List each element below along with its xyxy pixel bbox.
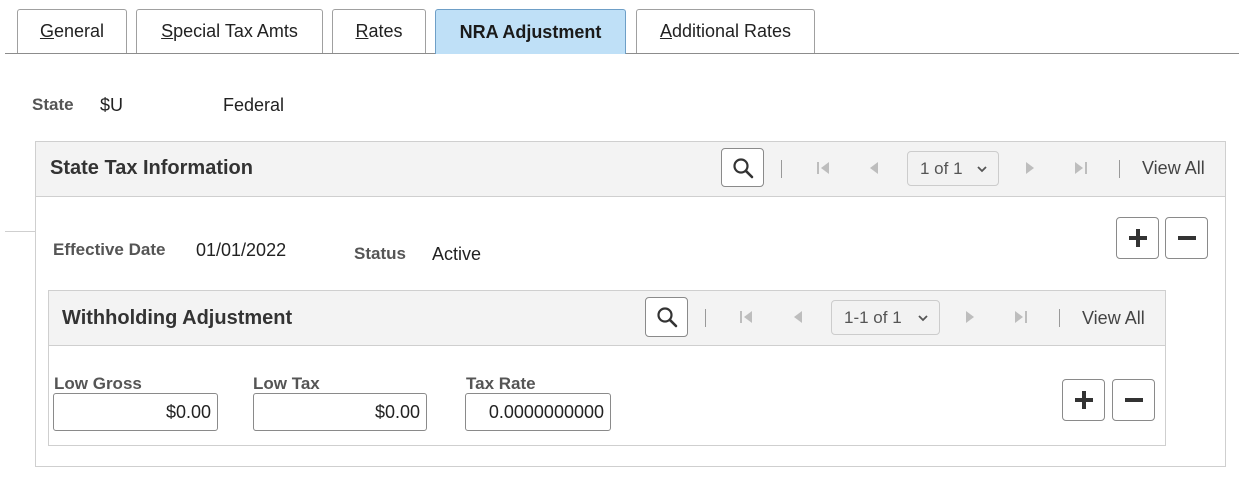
state-label: State [32, 95, 74, 114]
tab-rates[interactable]: Rates [332, 9, 426, 53]
next-icon[interactable] [959, 306, 981, 328]
toolbar-separator [1119, 160, 1120, 178]
first-page-icon[interactable] [735, 306, 757, 328]
state-value: $U [100, 95, 124, 115]
tab-special-tax-amts-label: pecial Tax Amts [173, 21, 298, 41]
state-tax-view-all-link[interactable]: View All [1142, 158, 1205, 179]
withholding-pager-text: 1-1 of 1 [844, 307, 902, 327]
withholding-view-all-link[interactable]: View All [1082, 308, 1145, 329]
tab-nra-adjustment-label: NRA Adjustment [459, 21, 602, 42]
next-icon[interactable] [1019, 157, 1041, 179]
state-tax-row-selector[interactable]: 1 of 1 [907, 151, 999, 186]
withholding-adjustment-title: Withholding Adjustment [62, 307, 293, 329]
tab-rates-accesskey: R [355, 21, 369, 41]
low-gross-field[interactable] [53, 393, 218, 431]
last-page-icon[interactable] [1070, 157, 1092, 179]
effective-date-label: Effective Date [53, 240, 166, 259]
first-page-icon[interactable] [812, 157, 834, 179]
withholding-add-row-button[interactable] [1062, 379, 1105, 421]
last-page-icon[interactable] [1010, 306, 1032, 328]
low-tax-field[interactable] [253, 393, 427, 431]
search-icon [732, 157, 753, 178]
withholding-search-button[interactable] [645, 297, 688, 337]
tax-rate-label: Tax Rate [466, 374, 536, 393]
status-value: Active [432, 244, 482, 264]
previous-icon[interactable] [787, 306, 809, 328]
tab-general-label: eneral [53, 21, 105, 41]
tab-additional-rates[interactable]: Additional Rates [636, 9, 815, 53]
tab-additional-rates-accesskey: A [659, 21, 672, 41]
toolbar-separator [705, 309, 706, 327]
low-gross-label: Low Gross [54, 374, 142, 393]
chevron-down-icon [918, 314, 928, 321]
minus-icon [1124, 398, 1143, 402]
tab-additional-rates-label: dditional Rates [671, 21, 792, 41]
tab-nra-adjustment[interactable]: NRA Adjustment [435, 9, 626, 54]
tab-rates-label: ates [368, 21, 403, 41]
previous-icon[interactable] [863, 157, 885, 179]
withholding-delete-row-button[interactable] [1112, 379, 1155, 421]
left-divider [5, 231, 35, 232]
tab-general-accesskey: G [39, 21, 54, 41]
chevron-down-icon [977, 165, 987, 172]
toolbar-separator [1059, 309, 1060, 327]
tab-general[interactable]: General [17, 9, 127, 53]
tax-rate-field[interactable] [465, 393, 611, 431]
state-tax-add-row-button[interactable] [1116, 217, 1159, 259]
search-icon [656, 307, 677, 328]
state-tax-search-button[interactable] [721, 148, 764, 187]
status-label: Status [354, 244, 406, 263]
low-tax-label: Low Tax [253, 374, 320, 393]
state-tax-delete-row-button[interactable] [1165, 217, 1208, 259]
plus-icon [1128, 229, 1147, 247]
minus-icon [1177, 236, 1196, 240]
tab-special-tax-amts-accesskey: S [161, 21, 174, 41]
tab-special-tax-amts[interactable]: Special Tax Amts [136, 9, 323, 53]
plus-icon [1074, 391, 1093, 409]
state-description: Federal [223, 95, 285, 115]
state-tax-information-title: State Tax Information [50, 157, 253, 179]
effective-date-value: 01/01/2022 [196, 240, 287, 260]
withholding-row-selector[interactable]: 1-1 of 1 [831, 300, 940, 335]
toolbar-separator [781, 160, 782, 178]
state-tax-pager-text: 1 of 1 [920, 158, 963, 178]
